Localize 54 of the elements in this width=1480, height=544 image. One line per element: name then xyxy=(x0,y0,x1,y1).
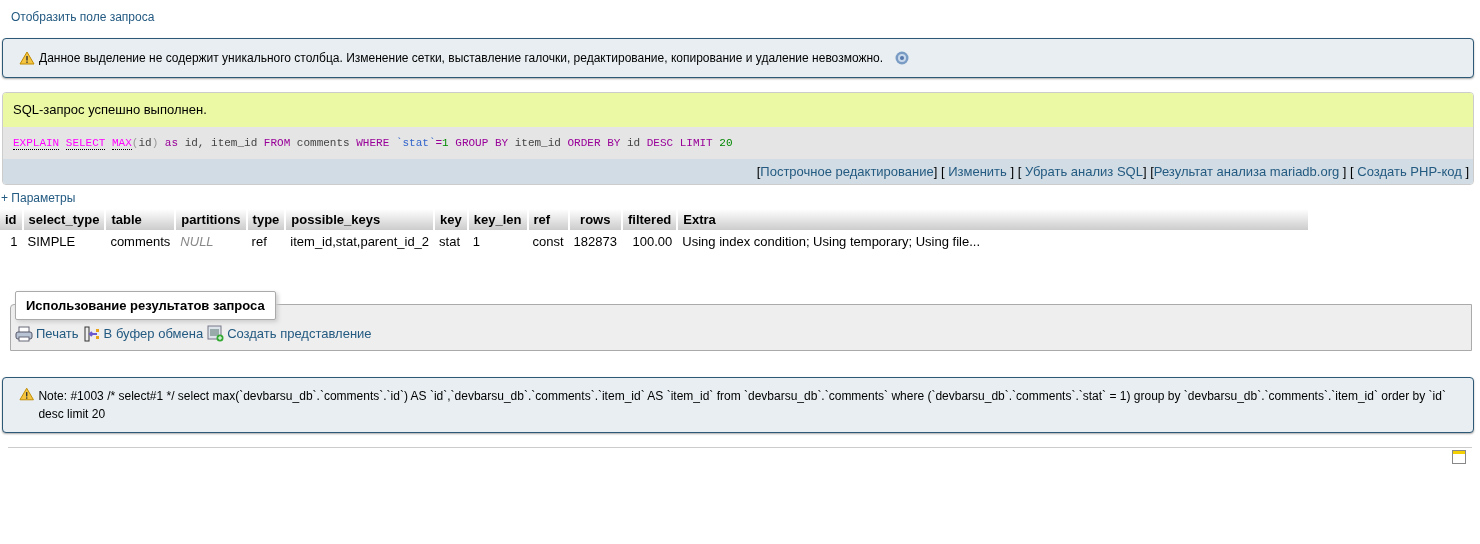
column-header[interactable]: table xyxy=(105,208,176,230)
column-header[interactable]: ref xyxy=(527,208,569,230)
table-cell: comments xyxy=(110,234,171,249)
action-link[interactable]: Убрать анализ SQL xyxy=(1024,164,1143,179)
note-text: Note: #1003 /* select#1 */ select max(`devbarsu_db`.`comments`.`id`) AS `id`,`devbarsu_db`.`comments`.`item_id` AS `item_id` from `devbarsu_db`.`comments` where (`devbarsu_db`.`comments`.`stat` = 1) group by `devbarsu_db`.`comments`.`item_id` order by `id` desc limit 20 xyxy=(38,387,1447,423)
table-cell: 1 xyxy=(472,234,481,249)
warning-icon xyxy=(19,51,35,65)
column-header[interactable]: partitions xyxy=(175,208,247,230)
success-message: SQL-запрос успешно выполнен. xyxy=(3,93,1473,127)
warning-icon xyxy=(19,386,35,401)
printer-icon xyxy=(15,325,33,342)
column-header[interactable]: key_len xyxy=(467,208,528,230)
warning-text: Данное выделение не содержит уникального столбца. Изменение сетки, выставление галочки, редактирование, копирование и удаление невозможно. xyxy=(39,50,884,67)
table-cell: SIMPLE xyxy=(27,234,76,249)
table-cell: ref xyxy=(251,234,267,249)
column-header[interactable]: id xyxy=(0,208,23,230)
table-cell: stat xyxy=(439,234,461,249)
column-header[interactable]: type xyxy=(246,208,286,230)
print-link[interactable]: Печать xyxy=(36,324,79,344)
table-cell: NULL xyxy=(180,234,214,249)
table-cell: const xyxy=(532,234,564,249)
action-link[interactable]: Изменить xyxy=(948,164,1007,179)
clipboard-link[interactable]: В буфер обмена xyxy=(103,324,204,344)
table-cell: 1 xyxy=(10,234,18,249)
column-header[interactable]: key xyxy=(434,208,468,230)
table-add-icon xyxy=(207,325,225,343)
toggle-query-link[interactable]: Отобразить поле запроса xyxy=(11,8,155,26)
bracket: [ xyxy=(940,164,946,179)
view-link[interactable]: Создать представление xyxy=(227,324,372,344)
table-cell: item_id,stat,parent_id_2 xyxy=(290,234,430,249)
table-cell: 182873 xyxy=(573,234,617,249)
column-header[interactable]: rows xyxy=(568,208,622,230)
bracket: ] xyxy=(1464,164,1469,179)
sql-query: EXPLAIN SELECT MAX(id) as id, item_id FROM comments WHERE `stat`=1 GROUP BY item_id ORDER BY id DESC LIMIT 20 xyxy=(3,126,1473,159)
column-header[interactable]: Extra xyxy=(677,208,1310,230)
panel-legend: Использование результатов запроса xyxy=(15,290,276,320)
table-cell: 100.00 xyxy=(632,234,673,249)
bracket: [ xyxy=(756,164,761,179)
window-icon[interactable] xyxy=(1452,449,1466,464)
table-cell: Using index condition; Using temporary; Using file... xyxy=(682,234,980,249)
action-link[interactable]: Создать PHP-код xyxy=(1357,164,1462,179)
bracket: ] xyxy=(933,164,938,179)
bracket: [ xyxy=(1017,164,1023,179)
column-header[interactable]: select_type xyxy=(22,208,106,230)
bracket: ] xyxy=(1009,164,1015,179)
options-link[interactable]: + Параметры xyxy=(1,188,76,207)
bracket: [ xyxy=(1350,164,1355,179)
column-header[interactable]: filtered xyxy=(621,208,678,230)
column-header[interactable]: possible_keys xyxy=(285,208,435,230)
clipboard-icon xyxy=(82,325,101,342)
action-link[interactable]: Построчное редактирование xyxy=(760,164,934,179)
bracket: [ xyxy=(1150,164,1154,179)
bracket: ] xyxy=(1142,164,1147,179)
bracket: ] xyxy=(1341,164,1347,179)
